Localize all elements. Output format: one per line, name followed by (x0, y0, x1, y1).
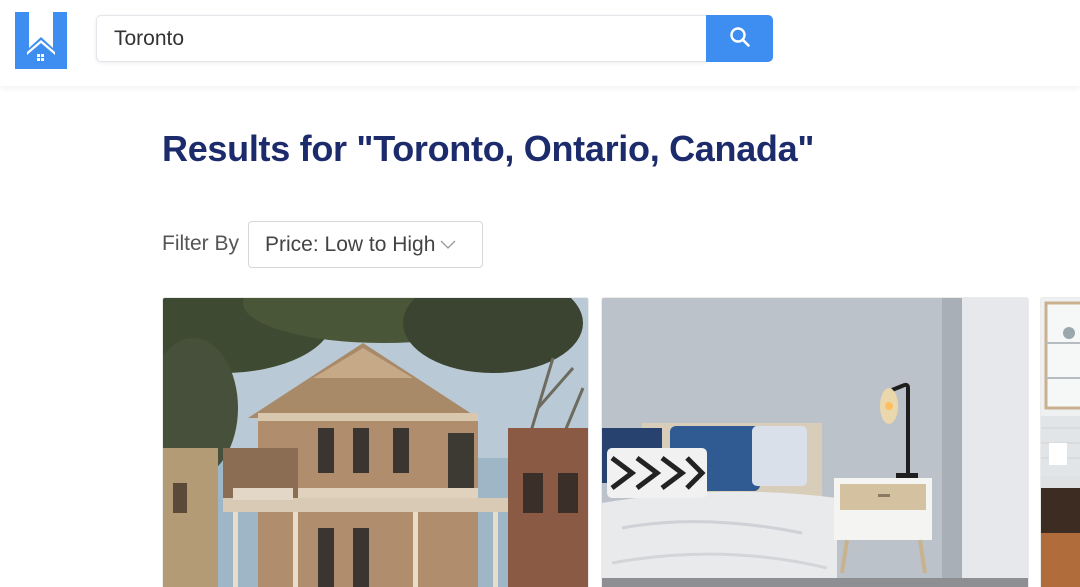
listing-photo-bedroom (602, 298, 1028, 587)
listing-card[interactable] (163, 298, 588, 587)
filter-label: Filter By (162, 232, 240, 255)
listing-photo-house (163, 298, 588, 587)
listing-photo-kitchen (1041, 298, 1080, 587)
search-input[interactable] (96, 15, 706, 62)
search-button[interactable] (706, 15, 773, 62)
sort-dropdown[interactable]: Price: Low to High (248, 221, 483, 268)
results-title: Results for "Toronto, Ontario, Canada" (162, 128, 815, 169)
chevron-down-icon (440, 240, 456, 250)
top-header (0, 0, 1080, 86)
search-bar (96, 15, 773, 62)
listing-card[interactable] (1041, 298, 1080, 587)
logo-icon[interactable] (15, 12, 67, 69)
listing-card[interactable] (602, 298, 1028, 587)
search-icon (729, 26, 751, 51)
sort-dropdown-value: Price: Low to High (265, 232, 436, 256)
